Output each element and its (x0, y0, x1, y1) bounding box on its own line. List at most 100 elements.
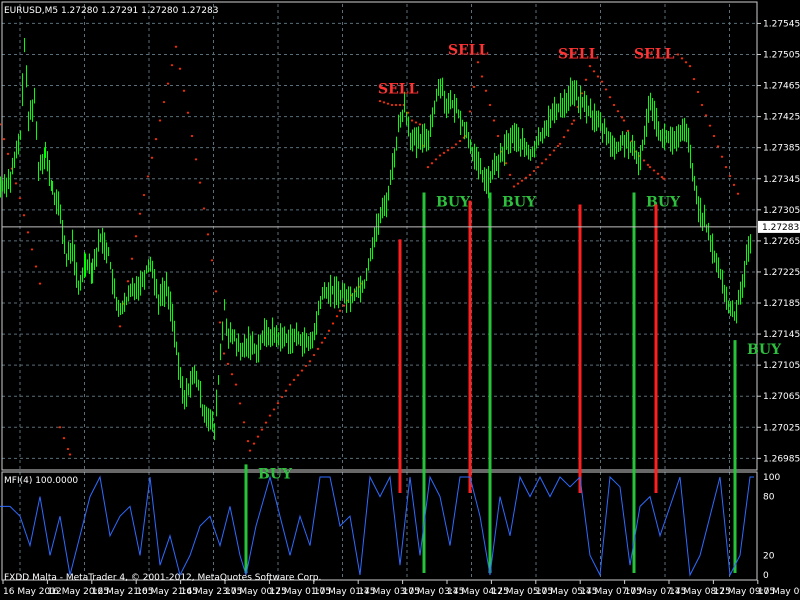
sar-dot (720, 155, 724, 158)
sar-dot (508, 173, 512, 176)
sar-dot (256, 435, 260, 438)
sar-dot (468, 110, 472, 113)
sar-dot (174, 45, 178, 48)
sar-dot (242, 421, 246, 424)
buy-signal-label-0: BUY (258, 466, 293, 482)
mfi-level-label-3: 0 (763, 571, 769, 581)
sar-dot (312, 353, 316, 357)
sar-dot (2, 138, 6, 141)
current-price-label: 1.27283 (762, 223, 799, 233)
price-tick-label-5: 1.27345 (763, 175, 800, 185)
sar-dot (331, 322, 335, 325)
sar-dot (430, 162, 434, 165)
sar-dot (572, 119, 576, 122)
price-tick-label-1: 1.27505 (763, 50, 800, 60)
sar-dot (198, 181, 202, 184)
sar-dot (342, 304, 346, 307)
sar-dot (700, 103, 704, 107)
sell-signal-label-7: SELL (634, 46, 675, 62)
sar-dot (504, 162, 508, 165)
sar-dot (454, 143, 458, 146)
sar-dot (68, 453, 72, 456)
sar-dot (284, 389, 288, 392)
buy-signal-label-4: BUY (502, 195, 537, 211)
sar-dot (552, 149, 556, 152)
sar-dot (6, 152, 10, 155)
sar-dot (688, 65, 692, 68)
sar-dot (656, 172, 660, 175)
sar-dot (592, 70, 596, 73)
sar-dot (14, 182, 18, 185)
sar-dot (680, 57, 684, 60)
sar-dot (662, 177, 666, 180)
mfi-level-label-1: 80 (763, 493, 775, 503)
sar-dot (566, 129, 570, 132)
sar-dot (248, 449, 252, 452)
sar-dot (146, 175, 150, 178)
sar-dot (246, 440, 250, 443)
sar-dot (394, 103, 398, 107)
sar-dot (386, 102, 390, 105)
sar-dot (170, 64, 174, 67)
price-tick-label-10: 1.27145 (763, 330, 800, 340)
mfi-level-label-0: 100 (763, 473, 780, 483)
sar-dot (496, 134, 500, 138)
sar-dot (335, 315, 339, 318)
sar-dot (652, 169, 656, 172)
sell-signal-label-5: SELL (558, 46, 599, 62)
sar-dot (130, 257, 134, 260)
sar-dot (446, 149, 450, 152)
price-tick-label-3: 1.27425 (763, 113, 800, 123)
sar-dot (316, 347, 320, 350)
sar-dot (728, 174, 732, 178)
sar-dot (524, 176, 528, 179)
sar-dot (288, 383, 292, 386)
sar-dot (562, 136, 566, 139)
sar-dot (226, 362, 230, 365)
sar-dot (186, 111, 190, 114)
sar-dot (620, 116, 624, 119)
sar-dot (166, 82, 170, 85)
sar-dot (492, 119, 496, 122)
sar-dot (210, 259, 214, 262)
sar-dot (418, 123, 422, 126)
sar-dot (458, 139, 462, 143)
sar-dot (480, 75, 484, 78)
price-tick-label-13: 1.27025 (763, 423, 800, 433)
sar-dot (264, 421, 268, 424)
sar-dot (268, 414, 272, 417)
sar-dot (622, 119, 626, 122)
mfi-level-label-2: 20 (763, 551, 775, 561)
sar-dot (558, 142, 562, 145)
sell-signal-label-3: SELL (448, 43, 489, 59)
sar-dot (260, 428, 264, 431)
sar-dot (66, 447, 70, 451)
sar-dot (426, 166, 430, 169)
sar-dot (604, 88, 608, 91)
sar-dot (692, 77, 696, 81)
sar-dot (252, 442, 256, 445)
sar-dot (272, 408, 276, 411)
sar-dot (26, 231, 30, 234)
sar-dot (338, 309, 342, 312)
sar-dot (222, 352, 226, 355)
sar-dot (134, 235, 138, 238)
sar-dot (516, 182, 520, 185)
sar-dot (22, 214, 26, 217)
sar-dot (150, 156, 154, 159)
sar-dot (280, 395, 284, 399)
sar-dot (450, 146, 454, 149)
price-tick-label-2: 1.27465 (763, 82, 800, 92)
sar-dot (442, 151, 446, 154)
buy-signal-label-2: BUY (436, 195, 471, 211)
sar-dot (696, 90, 700, 94)
price-tick-label-0: 1.27545 (763, 19, 800, 29)
sar-dot (382, 101, 386, 104)
sar-dot (544, 158, 548, 161)
sar-dot (616, 110, 620, 113)
sar-dot (684, 61, 688, 64)
sar-dot (484, 89, 488, 92)
sar-dot (126, 280, 130, 283)
price-chart[interactable]: BUY SELL BUY SELL BUY SELL BUY SELL BUY 1.27545 1… (0, 0, 800, 600)
sar-dot (390, 103, 394, 107)
